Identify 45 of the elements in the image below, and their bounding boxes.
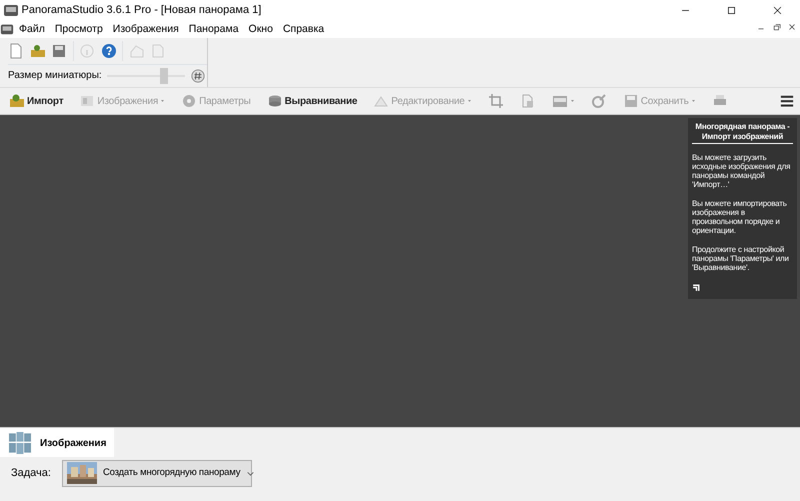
caret-icon	[466, 99, 472, 103]
thumbnail-size-slider[interactable]	[107, 68, 186, 84]
gear-icon	[181, 93, 198, 109]
menu-item[interactable]: Файл	[14, 20, 50, 38]
menu-icon[interactable]	[780, 94, 794, 108]
import-icon	[9, 93, 25, 109]
cylinder-icon	[266, 93, 283, 109]
new-file-icon[interactable]	[8, 43, 24, 59]
close-icon[interactable]	[787, 22, 798, 32]
help-title: Многорядная панорама - Импорт изображений	[692, 122, 793, 144]
help-text: Продолжите с настройкой панорамы 'Параметры' или 'Выравнивание'.	[692, 246, 790, 273]
help-text: Вы можете импортировать изображения в произвольном порядке и ориентации.	[692, 200, 788, 236]
crop-icon	[488, 93, 504, 109]
restore-icon[interactable]	[772, 22, 782, 32]
help-icon[interactable]	[100, 43, 116, 59]
task-label: Задача:	[11, 466, 51, 481]
document-icon	[520, 93, 536, 109]
menu-item[interactable]: Справка	[278, 20, 330, 38]
collapse-icon[interactable]	[692, 282, 701, 292]
caret-icon	[570, 99, 575, 103]
window-title: PanoramaStudio 3.6.1 Pro - [Новая панорама 1]	[22, 2, 262, 18]
save-icon	[622, 93, 639, 109]
caret-icon	[690, 99, 696, 103]
maximize-icon[interactable]	[726, 4, 736, 16]
help-text: Вы можете загрузить исходные изображения для панорамы командой 'Импорт…'	[692, 154, 792, 190]
slider-thumb[interactable]	[160, 68, 168, 84]
window-icon	[552, 93, 568, 109]
menu-item[interactable]: Панорама	[184, 20, 244, 38]
menu-item[interactable]: Просмотр	[50, 20, 108, 38]
caret-icon	[160, 99, 166, 103]
menu-item[interactable]: Окно	[244, 20, 278, 38]
task-dropdown[interactable]: Создать многорядную панораму	[62, 460, 252, 487]
app-icon[interactable]	[0, 22, 14, 36]
toolbar-button[interactable]: Выравнивание	[264, 89, 360, 113]
menu-item[interactable]: Изображения	[108, 20, 184, 38]
open-icon[interactable]	[30, 43, 46, 59]
thumbnail-size-label: Размер миниатюры:	[8, 69, 102, 83]
panel-tab[interactable]: Изображения	[0, 428, 114, 457]
close-icon[interactable]	[772, 4, 782, 16]
images-icon	[79, 93, 96, 109]
save-icon[interactable]	[51, 43, 67, 59]
images-icon	[8, 432, 32, 454]
app-icon	[2, 2, 19, 18]
grid-icon[interactable]	[190, 68, 205, 82]
toolbar-button[interactable]: Импорт	[6, 89, 66, 113]
